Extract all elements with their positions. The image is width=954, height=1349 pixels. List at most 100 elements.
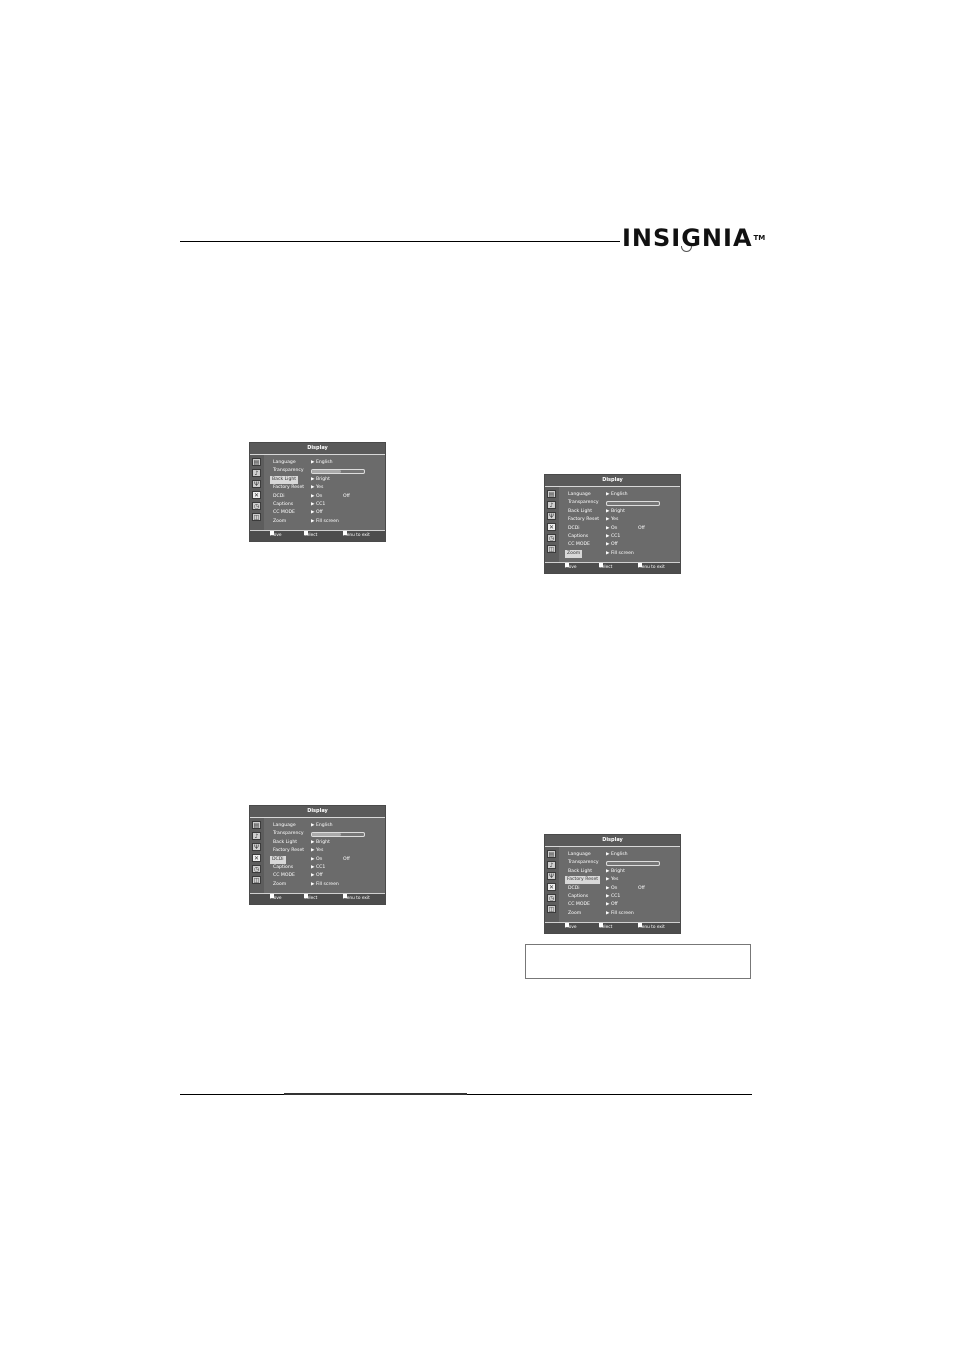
osd-sidebar: ▤ ♪ Ψ ✕ ◷ ◫: [250, 818, 264, 894]
timer-icon[interactable]: ◷: [252, 502, 261, 510]
osd-row-value: ▶ Off: [606, 542, 618, 548]
arrow-right-icon: ▶: [311, 865, 315, 870]
osd-row-label: Factory Reset: [565, 876, 601, 885]
channel-icon[interactable]: Ψ: [547, 872, 556, 880]
sound-icon[interactable]: ♪: [252, 832, 261, 840]
osd-row-value: ▶ Yes: [606, 517, 619, 523]
osd-row-value: ▶ Bright: [606, 868, 625, 874]
osd-row[interactable]: CC MODE ▶ Off: [565, 901, 680, 909]
osd-row-label: Back Light: [568, 868, 593, 874]
osd-row[interactable]: Language ▶ English: [565, 851, 680, 859]
input-icon[interactable]: ◫: [547, 545, 556, 553]
osd-row[interactable]: DCDi ▶ On Off: [565, 885, 680, 893]
osd-row-value: ▶ Bright: [311, 476, 330, 482]
arrow-right-icon: ▶: [606, 550, 610, 556]
arrow-right-icon: ▶: [311, 502, 315, 507]
osd-row-value: ▶ On: [311, 856, 323, 862]
timer-icon[interactable]: ◷: [252, 865, 261, 873]
osd-row[interactable]: Captions ▶ CC1: [565, 893, 680, 901]
osd-row-value: ▶ Fill screen: [311, 518, 339, 524]
osd-row-label: CC MODE: [273, 510, 295, 516]
osd-row[interactable]: Factory Reset ▶ Yes: [565, 516, 680, 524]
osd-row[interactable]: Language ▶ English: [565, 491, 680, 499]
osd-row-value: ▶ Fill screen: [606, 550, 634, 556]
osd-row-label: Language: [273, 460, 296, 465]
arrow-right-icon: ▶: [311, 460, 315, 465]
osd-row[interactable]: Language ▶ English: [270, 459, 385, 467]
channel-icon[interactable]: Ψ: [547, 512, 556, 520]
arrow-right-icon: ▶: [606, 868, 610, 874]
arrow-right-icon: ▶: [606, 885, 610, 891]
osd-row-label: Language: [273, 823, 296, 828]
osd-row-label: Language: [568, 852, 591, 857]
arrow-right-icon: ▶: [311, 485, 315, 491]
osd-row[interactable]: Back Light ▶ Bright: [565, 868, 680, 876]
osd-row-label: Factory Reset: [273, 485, 305, 491]
osd-footer: Move Select Menu to exit: [250, 893, 385, 904]
picture-icon[interactable]: ▤: [252, 458, 261, 466]
osd-row-value: ▶ On: [311, 493, 323, 499]
osd-row-label: Zoom: [565, 549, 583, 558]
setup-icon[interactable]: ✕: [252, 491, 261, 499]
transparency-slider[interactable]: [311, 469, 365, 475]
picture-icon[interactable]: ▤: [252, 821, 261, 829]
arrow-right-icon: ▶: [606, 852, 610, 857]
osd-row[interactable]: Transparency: [270, 830, 385, 838]
arrow-right-icon: ▶: [311, 510, 315, 516]
transparency-slider[interactable]: [311, 832, 365, 838]
osd-row[interactable]: Factory Reset ▶ Yes: [270, 847, 385, 855]
transparency-slider[interactable]: [606, 861, 660, 867]
channel-icon[interactable]: Ψ: [252, 480, 261, 488]
osd-row[interactable]: Back Light ▶ Bright: [270, 475, 385, 484]
osd-row-option: Off: [638, 885, 645, 891]
timer-icon[interactable]: ◷: [547, 534, 556, 542]
osd-row[interactable]: Transparency: [270, 467, 385, 475]
osd-row[interactable]: DCDi ▶ On Off: [565, 525, 680, 533]
osd-sidebar: ▤ ♪ Ψ ✕ ◷ ◫: [545, 847, 559, 923]
setup-icon[interactable]: ✕: [252, 854, 261, 862]
osd-row-label: Transparency: [273, 468, 304, 474]
sound-icon[interactable]: ♪: [252, 469, 261, 477]
osd-row[interactable]: Transparency: [565, 499, 680, 507]
osd-row-value: ▶ Off: [606, 902, 618, 908]
osd-row[interactable]: Zoom ▶ Fill screen: [270, 881, 385, 889]
osd-row-label: Captions: [568, 894, 589, 899]
arrow-right-icon: ▶: [311, 848, 315, 854]
osd-row[interactable]: Zoom ▶ Fill screen: [565, 910, 680, 918]
osd-row[interactable]: DCDi ▶ On Off: [270, 855, 385, 864]
osd-row-label: Back Light: [273, 839, 298, 845]
arrow-right-icon: ▶: [311, 839, 315, 845]
input-icon[interactable]: ◫: [252, 876, 261, 884]
osd-row[interactable]: Factory Reset ▶ Yes: [565, 876, 680, 885]
transparency-slider[interactable]: [606, 501, 660, 507]
osd-row-label: CC MODE: [568, 542, 590, 548]
osd-row[interactable]: Captions ▶ CC1: [270, 501, 385, 509]
osd-row-label: DCDi: [270, 855, 286, 864]
picture-icon[interactable]: ▤: [547, 490, 556, 498]
osd-row[interactable]: CC MODE ▶ Off: [565, 541, 680, 549]
osd-row[interactable]: Zoom ▶ Fill screen: [565, 549, 680, 558]
osd-row-label: Transparency: [273, 831, 304, 837]
osd-row[interactable]: Captions ▶ CC1: [270, 864, 385, 872]
timer-icon[interactable]: ◷: [547, 894, 556, 902]
picture-icon[interactable]: ▤: [547, 850, 556, 858]
setup-icon[interactable]: ✕: [547, 523, 556, 531]
osd-row-label: Captions: [273, 865, 294, 870]
setup-icon[interactable]: ✕: [547, 883, 556, 891]
osd-row[interactable]: CC MODE ▶ Off: [270, 509, 385, 517]
osd-row[interactable]: Captions ▶ CC1: [565, 533, 680, 541]
input-icon[interactable]: ◫: [252, 513, 261, 521]
channel-icon[interactable]: Ψ: [252, 843, 261, 851]
osd-row[interactable]: Back Light ▶ Bright: [565, 508, 680, 516]
sound-icon[interactable]: ♪: [547, 501, 556, 509]
osd-title: Display: [545, 475, 680, 487]
input-icon[interactable]: ◫: [547, 905, 556, 913]
osd-row[interactable]: Zoom ▶ Fill screen: [270, 518, 385, 526]
osd-row[interactable]: Language ▶ English: [270, 822, 385, 830]
osd-row[interactable]: Transparency: [565, 859, 680, 867]
osd-row[interactable]: Back Light ▶ Bright: [270, 839, 385, 847]
osd-row[interactable]: CC MODE ▶ Off: [270, 872, 385, 880]
osd-row[interactable]: Factory Reset ▶ Yes: [270, 484, 385, 492]
osd-row[interactable]: DCDi ▶ On Off: [270, 493, 385, 501]
sound-icon[interactable]: ♪: [547, 861, 556, 869]
